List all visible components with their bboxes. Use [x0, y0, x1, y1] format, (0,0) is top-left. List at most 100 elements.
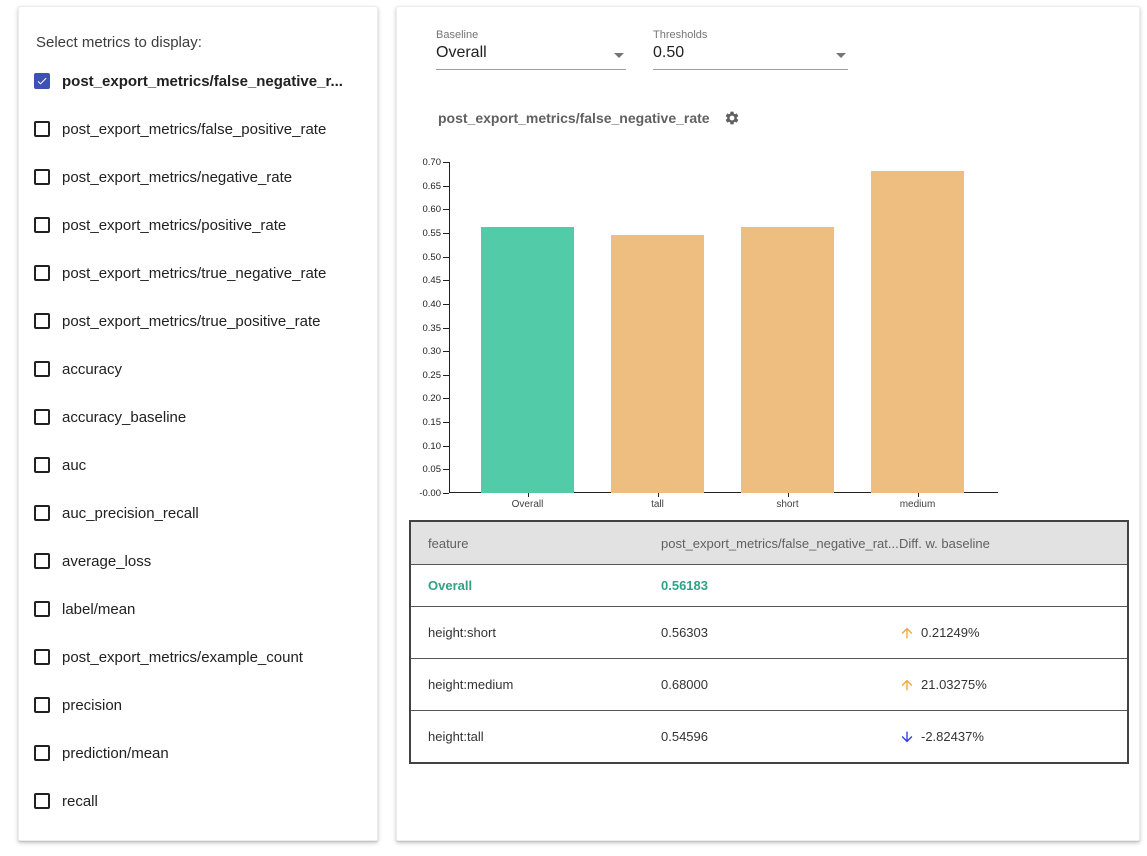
- y-axis-tick-label: 0.60: [397, 204, 441, 215]
- chart-bar-medium[interactable]: [871, 171, 964, 493]
- x-axis-tick-mark: [528, 493, 529, 497]
- checkbox-checked-icon[interactable]: [34, 73, 50, 89]
- thresholds-select[interactable]: Thresholds 0.50: [653, 29, 848, 70]
- y-axis-tick-mark: [443, 375, 449, 376]
- checkbox-unchecked-icon[interactable]: [34, 361, 50, 377]
- y-axis-tick-label: 0.20: [397, 393, 441, 404]
- y-axis-tick-label: 0.70: [397, 157, 441, 168]
- x-axis-tick-mark: [788, 493, 789, 497]
- metric-item-12[interactable]: post_export_metrics/example_count: [19, 633, 377, 681]
- metric-item-10[interactable]: average_loss: [19, 537, 377, 585]
- metric-value-cell: 0.68000: [644, 677, 882, 692]
- metric-item-4[interactable]: post_export_metrics/true_negative_rate: [19, 249, 377, 297]
- checkbox-unchecked-icon[interactable]: [34, 169, 50, 185]
- diff-up-arrow-icon: [899, 677, 915, 693]
- metric-value-cell: 0.56303: [644, 625, 882, 640]
- metric-label: post_export_metrics/false_positive_rate: [62, 121, 326, 138]
- checkbox-unchecked-icon[interactable]: [34, 217, 50, 233]
- thresholds-select-label: Thresholds: [653, 29, 848, 41]
- diff-cell: 21.03275%: [882, 677, 1127, 693]
- metric-item-2[interactable]: post_export_metrics/negative_rate: [19, 153, 377, 201]
- metric-item-8[interactable]: auc: [19, 441, 377, 489]
- x-axis-tick-label: medium: [878, 499, 958, 510]
- diff-cell: 0.21249%: [882, 625, 1127, 641]
- metric-item-9[interactable]: auc_precision_recall: [19, 489, 377, 537]
- results-panel: Baseline Overall Thresholds 0.50 post_ex…: [396, 6, 1140, 841]
- x-axis-tick-label: short: [748, 499, 828, 510]
- metric-label: recall: [62, 793, 98, 810]
- thresholds-select-value: 0.50: [653, 44, 848, 70]
- checkbox-unchecked-icon[interactable]: [34, 553, 50, 569]
- x-axis-tick-mark: [658, 493, 659, 497]
- x-axis-tick-label: tall: [618, 499, 698, 510]
- settings-gear-icon[interactable]: [724, 110, 740, 126]
- checkbox-unchecked-icon[interactable]: [34, 793, 50, 809]
- diff-up-arrow-icon: [899, 625, 915, 641]
- chart-title: post_export_metrics/false_negative_rate: [438, 110, 710, 126]
- metric-label: post_export_metrics/example_count: [62, 649, 303, 666]
- metric-item-13[interactable]: precision: [19, 681, 377, 729]
- metric-item-5[interactable]: post_export_metrics/true_positive_rate: [19, 297, 377, 345]
- metric-item-7[interactable]: accuracy_baseline: [19, 393, 377, 441]
- checkbox-unchecked-icon[interactable]: [34, 697, 50, 713]
- table-header-row: feature post_export_metrics/false_negati…: [411, 522, 1127, 564]
- diff-value: 0.21249%: [921, 625, 980, 640]
- metric-item-15[interactable]: recall: [19, 777, 377, 825]
- metric-label: prediction/mean: [62, 745, 169, 762]
- table-row-height:medium[interactable]: height:medium0.6800021.03275%: [411, 658, 1127, 710]
- chart-bar-Overall[interactable]: [481, 227, 574, 493]
- y-axis-tick-mark: [443, 328, 449, 329]
- metric-item-6[interactable]: accuracy: [19, 345, 377, 393]
- y-axis-tick-mark: [443, 233, 449, 234]
- y-axis-tick-mark: [443, 493, 449, 494]
- checkbox-unchecked-icon[interactable]: [34, 745, 50, 761]
- table-row-height:short[interactable]: height:short0.56303 0.21249%: [411, 606, 1127, 658]
- y-axis-tick-mark: [443, 209, 449, 210]
- metric-label: label/mean: [62, 601, 135, 618]
- y-axis-tick-mark: [443, 446, 449, 447]
- metric-label: accuracy_baseline: [62, 409, 186, 426]
- metric-value-cell: 0.54596: [644, 729, 882, 744]
- y-axis-tick-label: 0.05: [397, 464, 441, 475]
- metric-label: auc_precision_recall: [62, 505, 199, 522]
- feature-cell: height:short: [411, 625, 644, 640]
- chevron-down-icon: [614, 53, 624, 58]
- metrics-table: feature post_export_metrics/false_negati…: [409, 520, 1129, 764]
- y-axis-tick-mark: [443, 162, 449, 163]
- checkbox-unchecked-icon[interactable]: [34, 601, 50, 617]
- metric-item-11[interactable]: label/mean: [19, 585, 377, 633]
- checkbox-unchecked-icon[interactable]: [34, 409, 50, 425]
- checkbox-unchecked-icon[interactable]: [34, 313, 50, 329]
- diff-value: 21.03275%: [921, 677, 987, 692]
- diff-value: -2.82437%: [921, 729, 984, 744]
- y-axis-tick-label: 0.55: [397, 228, 441, 239]
- chevron-down-icon: [836, 53, 846, 58]
- feature-cell: Overall: [411, 578, 644, 593]
- checkbox-unchecked-icon[interactable]: [34, 265, 50, 281]
- chart-bar-short[interactable]: [741, 227, 834, 493]
- baseline-select-value: Overall: [436, 44, 626, 70]
- checkbox-unchecked-icon[interactable]: [34, 649, 50, 665]
- y-axis-tick-label: 0.10: [397, 441, 441, 452]
- bar-chart: 0.700.650.600.550.500.450.400.350.300.25…: [397, 156, 1141, 536]
- metric-label: post_export_metrics/true_positive_rate: [62, 313, 320, 330]
- metric-item-0[interactable]: post_export_metrics/false_negative_r...: [19, 57, 377, 105]
- metric-item-14[interactable]: prediction/mean: [19, 729, 377, 777]
- table-row-height:tall[interactable]: height:tall0.54596-2.82437%: [411, 710, 1127, 762]
- metric-label: accuracy: [62, 361, 122, 378]
- table-row-Overall[interactable]: Overall0.56183: [411, 564, 1127, 606]
- y-axis-tick-mark: [443, 186, 449, 187]
- table-header-diff: Diff. w. baseline: [882, 536, 1127, 551]
- metric-item-1[interactable]: post_export_metrics/false_positive_rate: [19, 105, 377, 153]
- checkbox-unchecked-icon[interactable]: [34, 121, 50, 137]
- checkbox-unchecked-icon[interactable]: [34, 457, 50, 473]
- y-axis-tick-label: -0.00: [397, 488, 441, 499]
- y-axis-tick-label: 0.35: [397, 323, 441, 334]
- metric-label: auc: [62, 457, 86, 474]
- checkbox-unchecked-icon[interactable]: [34, 505, 50, 521]
- metric-item-3[interactable]: post_export_metrics/positive_rate: [19, 201, 377, 249]
- chart-bar-tall[interactable]: [611, 235, 704, 493]
- metric-selector-title: Select metrics to display:: [36, 34, 202, 51]
- baseline-select[interactable]: Baseline Overall: [436, 29, 626, 70]
- diff-down-arrow-icon: [899, 729, 915, 745]
